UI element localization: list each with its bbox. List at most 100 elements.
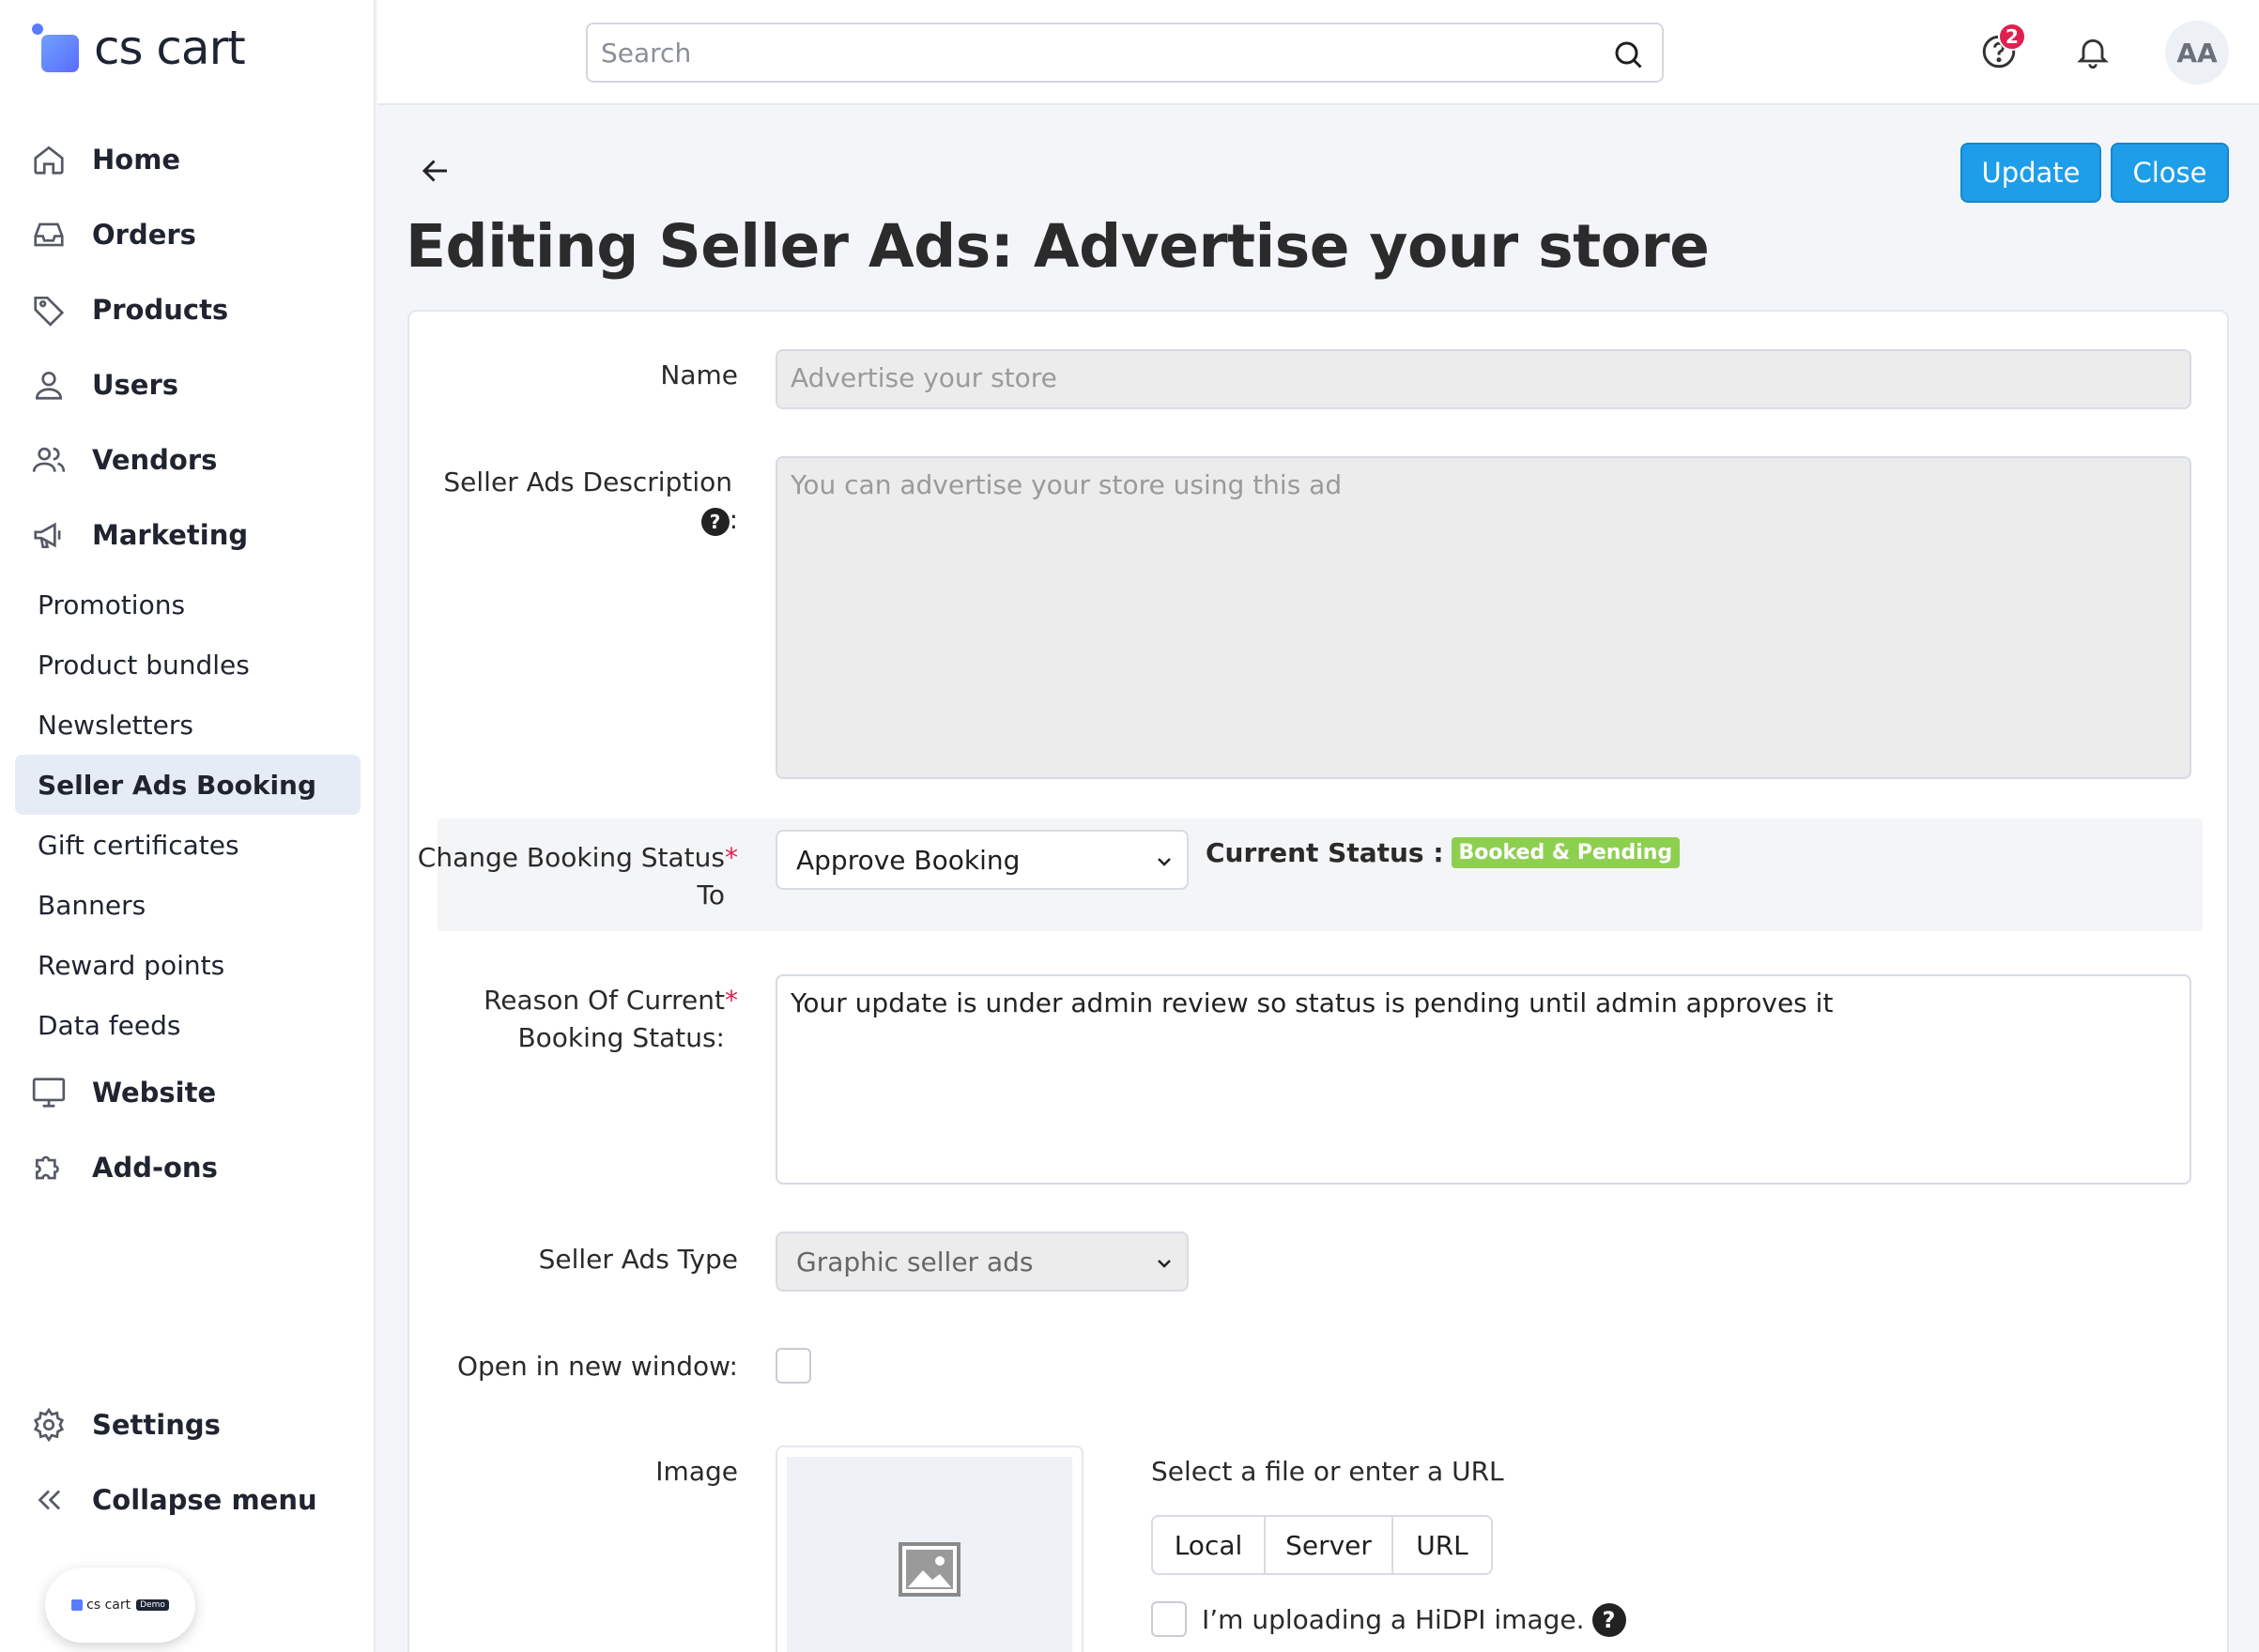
inbox-icon [30,216,68,253]
demo-tag: Demo [136,1599,169,1611]
sidebar-subitem-promotions[interactable]: Promotions [15,574,361,635]
chevrons-left-icon [30,1481,68,1519]
home-icon [30,141,68,178]
help-button[interactable]: 2 [1974,23,2026,77]
source-local-button[interactable]: Local [1153,1517,1266,1573]
help-icon[interactable]: ? [1591,1603,1626,1637]
required-mark: * [725,985,738,1016]
sidebar-item-collapse-menu[interactable]: Collapse menu [15,1462,361,1537]
name-field[interactable]: Advertise your store [776,349,2191,409]
search-input[interactable] [601,37,1587,69]
monitor-icon [30,1074,68,1111]
sidebar-subitem-seller-ads-booking[interactable]: Seller Ads Booking [15,755,361,815]
source-url-button[interactable]: URL [1393,1517,1491,1573]
sidebar-item-label: Marketing [92,519,249,551]
bell-icon [2077,38,2109,69]
description-label-help: ?: [409,501,738,539]
file-source-toggle: Local Server URL [1151,1515,1493,1575]
sidebar-subitem-gift-certificates[interactable]: Gift certificates [15,815,361,875]
mini-logo-icon [71,1599,84,1611]
search-icon[interactable] [1611,38,1645,75]
change-status-label: Change Booking Status* [409,839,738,877]
sidebar: cs cart Home Orders Products Users Vendo… [0,0,376,1652]
users-icon [30,441,68,479]
sidebar-item-orders[interactable]: Orders [15,197,361,272]
notifications-button[interactable] [2067,26,2118,77]
sidebar-subitem-newsletters[interactable]: Newsletters [15,695,361,755]
sidebar-item-label: Users [92,369,179,401]
back-arrow-icon[interactable] [419,154,453,191]
status-badge: Booked & Pending [1451,837,1681,868]
description-label: Seller Ads Description [443,467,732,497]
sidebar-item-label: Add-ons [92,1152,218,1184]
current-status-label: Current Status : [1206,837,1444,868]
demo-badge-text: cs cart [86,1598,131,1613]
image-placeholder [787,1457,1072,1652]
sidebar-subitem-reward-points[interactable]: Reward points [15,935,361,995]
sidebar-item-home[interactable]: Home [15,122,361,197]
gear-icon [30,1406,68,1444]
hidpi-checkbox[interactable] [1151,1601,1187,1637]
change-status-label-text: Change Booking Status [417,842,725,873]
sidebar-item-marketing[interactable]: Marketing [15,497,361,573]
marketing-submenu: Promotions Product bundles Newsletters S… [15,573,361,1055]
sidebar-subitem-product-bundles[interactable]: Product bundles [15,635,361,695]
sidebar-item-label: Products [92,294,229,326]
help-icon[interactable]: ? [700,508,730,536]
source-server-button[interactable]: Server [1266,1517,1393,1573]
page-title: Editing Seller Ads: Advertise your store [406,212,1710,281]
megaphone-icon [30,516,68,554]
sidebar-item-addons[interactable]: Add-ons [15,1130,361,1205]
notification-count-badge: 2 [1998,23,2026,51]
sidebar-item-label: Settings [92,1409,221,1441]
sidebar-item-label: Collapse menu [92,1484,317,1516]
description-textarea[interactable]: You can advertise your store using this … [776,456,2191,779]
change-status-select-value: Approve Booking [796,844,1021,876]
current-status: Current Status : Booked & Pending [1206,837,1681,868]
sidebar-subitem-data-feeds[interactable]: Data feeds [15,995,361,1055]
image-label: Image [655,1456,738,1487]
user-icon [30,366,68,404]
sidebar-subitem-banners[interactable]: Banners [15,875,361,935]
sidebar-item-label: Vendors [92,444,218,476]
description-label-colon: : [729,504,738,535]
sidebar-item-settings[interactable]: Settings [15,1387,361,1462]
main-nav: Home Orders Products Users Vendors Marke… [15,122,361,1205]
search-box [586,23,1664,83]
sidebar-item-label: Website [92,1077,217,1109]
close-button[interactable]: Close [2111,143,2229,203]
change-status-label-line2: To [697,880,725,910]
file-prompt: Select a file or enter a URL [1151,1456,1504,1487]
sidebar-item-products[interactable]: Products [15,272,361,347]
logo[interactable]: cs cart [32,21,246,75]
name-label: Name [660,359,738,390]
hidpi-label-row: I’m uploading a HiDPI image. ? [1202,1601,1626,1639]
tag-icon [30,291,68,329]
edit-form-panel: Name Advertise your store Seller Ads Des… [407,310,2229,1652]
reason-textarea[interactable]: Your update is under admin review so sta… [776,974,2191,1185]
chevron-down-icon [1158,858,1171,866]
sidebar-item-vendors[interactable]: Vendors [15,422,361,497]
sidebar-item-label: Home [92,144,181,176]
reason-label-line2: Booking Status: [517,1022,725,1053]
update-button[interactable]: Update [1960,143,2101,203]
logo-text: cs cart [94,21,246,75]
required-mark: * [725,842,738,873]
top-bar: 2 AA [377,0,2259,105]
sidebar-item-users[interactable]: Users [15,347,361,422]
change-status-select[interactable]: Approve Booking [776,830,1189,890]
logo-mark-icon [32,23,81,72]
ads-type-select[interactable]: Graphic seller ads [776,1231,1189,1292]
avatar[interactable]: AA [2165,21,2229,84]
sidebar-item-label: Orders [92,219,196,251]
new-window-label: Open in new window: [456,1351,738,1382]
new-window-checkbox[interactable] [776,1348,811,1384]
chevron-down-icon [1158,1260,1171,1268]
image-preview [776,1446,1083,1652]
hidpi-label: I’m uploading a HiDPI image. [1202,1604,1585,1635]
ads-type-label: Seller Ads Type [538,1244,738,1275]
puzzle-icon [30,1149,68,1186]
sidebar-item-website[interactable]: Website [15,1055,361,1130]
demo-badge[interactable]: cs cart Demo [45,1568,195,1643]
reason-label: Reason Of Current* [409,982,738,1019]
